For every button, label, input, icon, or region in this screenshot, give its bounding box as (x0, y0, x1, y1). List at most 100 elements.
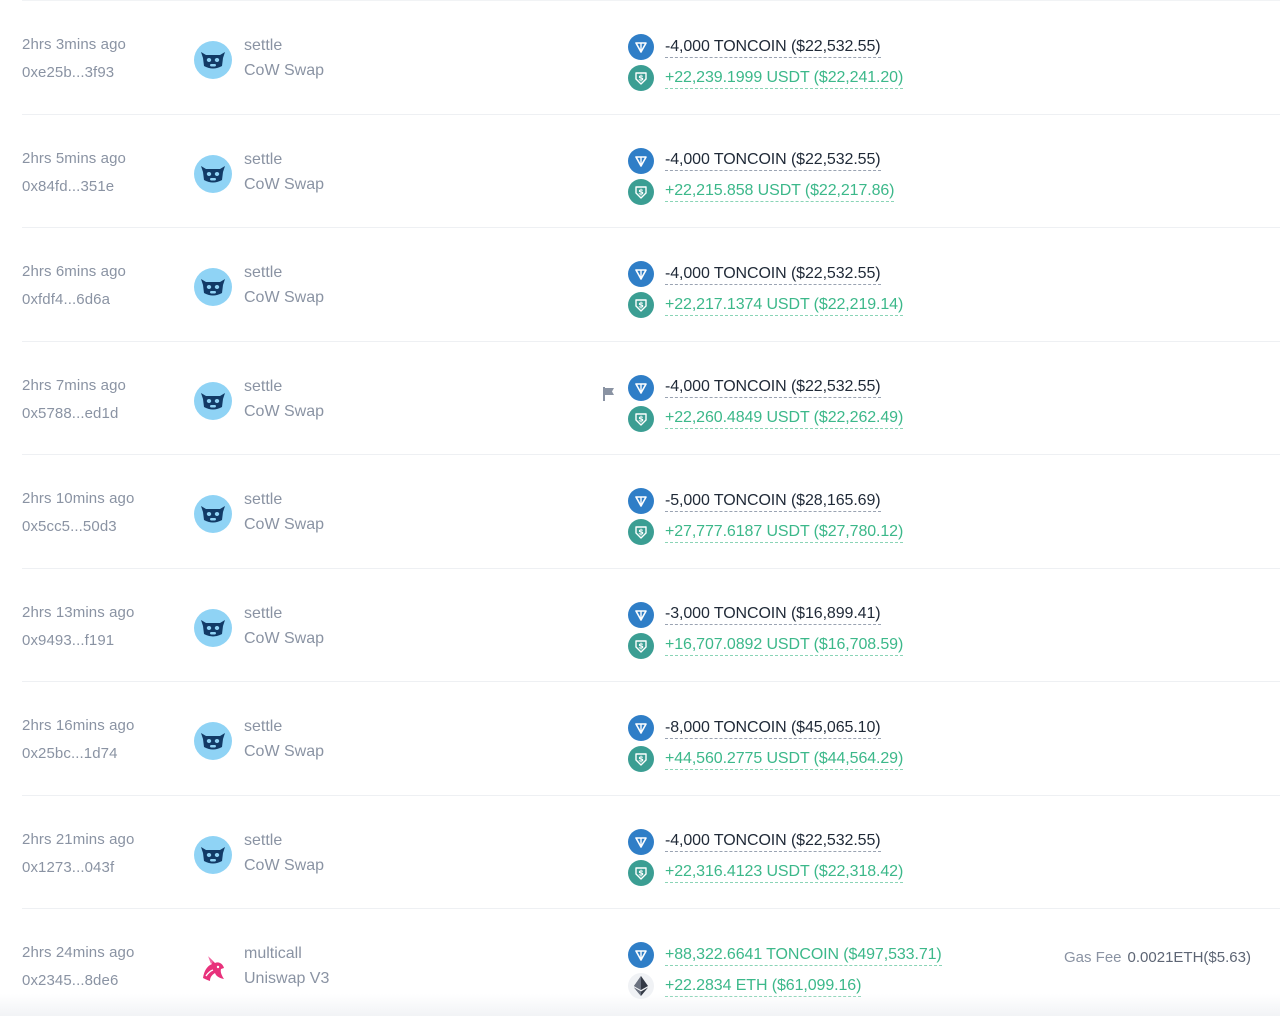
token-amount[interactable]: -4,000 TONCOIN ($22,532.55) (665, 264, 881, 285)
token-amount[interactable]: -4,000 TONCOIN ($22,532.55) (665, 831, 881, 852)
tx-time: 2hrs 3mins ago (22, 36, 126, 53)
protocol-name[interactable]: CoW Swap (244, 628, 324, 650)
token-change: -5,000 TONCOIN ($28,165.69) (628, 488, 1048, 514)
gas-fee-value: 0.0021ETH($5.63) (1127, 949, 1251, 966)
protocol-icon (194, 154, 232, 193)
usdt-icon: $ (628, 859, 654, 886)
usdt-icon: $ (628, 65, 654, 91)
protocol-icon (194, 41, 232, 79)
protocol-name[interactable]: CoW Swap (244, 855, 324, 877)
toncoin-icon (628, 147, 654, 174)
transaction-row-6[interactable]: 2hrs 13mins ago 0x9493...f191 settle CoW… (22, 567, 1280, 682)
cow-icon (200, 503, 226, 525)
tx-hash-link[interactable]: 0x2345...8de6 (22, 971, 192, 991)
protocol-name[interactable]: Uniswap V3 (244, 968, 329, 990)
svg-text:$: $ (638, 187, 644, 196)
tx-hash-link[interactable]: 0x25bc...1d74 (22, 744, 192, 764)
protocol-column: settle CoW Swap (194, 149, 534, 199)
svg-text:$: $ (638, 641, 644, 650)
transaction-row-2[interactable]: 2hrs 5mins ago 0x84fd...351e settle CoW … (22, 113, 1280, 228)
usdt-icon: $ (628, 178, 654, 205)
time-column: 2hrs 6mins ago 0xfdf4...6d6a (22, 262, 192, 310)
toncoin-icon (628, 488, 654, 514)
tx-hash-link[interactable]: 0x5cc5...50d3 (22, 517, 192, 537)
tx-method: multicall (244, 945, 302, 962)
token-amount[interactable]: +44,560.2775 USDT ($44,564.29) (665, 749, 903, 770)
tx-method: settle (244, 491, 283, 508)
flag-icon[interactable] (602, 386, 616, 402)
transaction-row-3[interactable]: 2hrs 6mins ago 0xfdf4...6d6a settle CoW … (22, 227, 1280, 341)
token-change: $ +22,217.1374 USDT ($22,219.14) (628, 292, 1048, 318)
token-amount[interactable]: -5,000 TONCOIN ($28,165.69) (665, 491, 881, 512)
protocol-column: settle CoW Swap (194, 35, 534, 85)
cow-icon (200, 844, 226, 866)
usdt-icon: $ (628, 405, 654, 432)
time-column: 2hrs 24mins ago 0x2345...8de6 (22, 943, 192, 991)
tx-hash-link[interactable]: 0x1273...043f (22, 858, 192, 878)
protocol-name[interactable]: CoW Swap (244, 287, 324, 309)
svg-text:$: $ (638, 301, 644, 310)
gas-fee: Gas Fee 0.0021ETH($5.63) (1064, 949, 1251, 966)
tx-hash-link[interactable]: 0x5788...ed1d (22, 404, 192, 424)
token-changes: -4,000 TONCOIN ($22,532.55) $ +22,215.858 … (628, 147, 1048, 205)
protocol-name[interactable]: CoW Swap (244, 741, 324, 763)
tx-hash-link[interactable]: 0xfdf4...6d6a (22, 290, 192, 310)
svg-text:$: $ (638, 414, 644, 423)
protocol-column: settle CoW Swap (194, 716, 534, 766)
transaction-row-1[interactable]: 2hrs 3mins ago 0xe25b...3f93 settle CoW … (22, 0, 1280, 114)
cow-icon (200, 163, 226, 185)
svg-text:$: $ (638, 74, 644, 83)
token-changes: -4,000 TONCOIN ($22,532.55) $ +22,260.4849… (628, 374, 1048, 432)
transaction-row-7[interactable]: 2hrs 16mins ago 0x25bc...1d74 settle CoW… (22, 681, 1280, 795)
tx-hash-link[interactable]: 0x9493...f191 (22, 631, 192, 651)
tx-time: 2hrs 16mins ago (22, 717, 135, 734)
tx-method: settle (244, 264, 283, 281)
toncoin-icon (628, 601, 654, 628)
tx-time: 2hrs 7mins ago (22, 376, 126, 394)
gas-fee-label: Gas Fee (1064, 949, 1122, 966)
token-change: +88,322.6641 TONCOIN ($497,533.71) (628, 942, 1048, 968)
token-amount[interactable]: +27,777.6187 USDT ($27,780.12) (665, 522, 903, 543)
tx-hash-link[interactable]: 0xe25b...3f93 (22, 63, 192, 83)
token-amount[interactable]: -3,000 TONCOIN ($16,899.41) (665, 604, 881, 625)
token-change: -4,000 TONCOIN ($22,532.55) (628, 828, 1048, 855)
tx-method: settle (244, 831, 283, 849)
token-amount[interactable]: -4,000 TONCOIN ($22,532.55) (665, 37, 881, 58)
transaction-row-8[interactable]: 2hrs 21mins ago 0x1273...043f settle CoW… (22, 794, 1280, 909)
token-change: $ +44,560.2775 USDT ($44,564.29) (628, 746, 1048, 772)
token-change: -4,000 TONCOIN ($22,532.55) (628, 374, 1048, 401)
time-column: 2hrs 13mins ago 0x9493...f191 (22, 603, 192, 651)
token-amount[interactable]: -4,000 TONCOIN ($22,532.55) (665, 377, 881, 398)
transaction-row-4[interactable]: 2hrs 7mins ago 0x5788...ed1d settle CoW … (22, 340, 1280, 455)
protocol-name[interactable]: CoW Swap (244, 60, 324, 82)
token-amount[interactable]: -4,000 TONCOIN ($22,532.55) (665, 150, 881, 171)
token-changes: -3,000 TONCOIN ($16,899.41) $ +16,707.0892… (628, 601, 1048, 659)
tx-method: settle (244, 604, 283, 622)
protocol-column: settle CoW Swap (194, 603, 534, 653)
token-amount[interactable]: +22,217.1374 USDT ($22,219.14) (665, 295, 903, 316)
token-amount[interactable]: +22,316.4123 USDT ($22,318.42) (665, 862, 903, 883)
token-changes: -4,000 TONCOIN ($22,532.55) $ +22,217.1374… (628, 261, 1048, 318)
token-amount[interactable]: +88,322.6641 TONCOIN ($497,533.71) (665, 945, 942, 966)
tx-time: 2hrs 13mins ago (22, 603, 135, 621)
token-amount[interactable]: -8,000 TONCOIN ($45,065.10) (665, 718, 881, 739)
usdt-icon: $ (628, 519, 654, 545)
tx-hash-link[interactable]: 0x84fd...351e (22, 177, 192, 197)
tx-time: 2hrs 5mins ago (22, 149, 126, 167)
protocol-icon (194, 835, 232, 874)
toncoin-icon (628, 261, 654, 287)
token-changes: -4,000 TONCOIN ($22,532.55) $ +22,239.1999… (628, 34, 1048, 91)
token-amount[interactable]: +22,215.858 USDT ($22,217.86) (665, 181, 895, 202)
token-change: -4,000 TONCOIN ($22,532.55) (628, 261, 1048, 287)
protocol-icon (194, 949, 232, 987)
token-amount[interactable]: +16,707.0892 USDT ($16,708.59) (665, 635, 903, 656)
token-change: $ +27,777.6187 USDT ($27,780.12) (628, 519, 1048, 545)
protocol-name[interactable]: CoW Swap (244, 401, 324, 423)
token-amount[interactable]: +22,260.4849 USDT ($22,262.49) (665, 408, 903, 429)
protocol-column: multicall Uniswap V3 (194, 943, 534, 993)
transaction-row-5[interactable]: 2hrs 10mins ago 0x5cc5...50d3 settle CoW… (22, 454, 1280, 568)
token-amount[interactable]: +22,239.1999 USDT ($22,241.20) (665, 68, 903, 89)
protocol-name[interactable]: CoW Swap (244, 514, 324, 536)
protocol-name[interactable]: CoW Swap (244, 174, 324, 196)
protocol-icon (194, 722, 232, 760)
